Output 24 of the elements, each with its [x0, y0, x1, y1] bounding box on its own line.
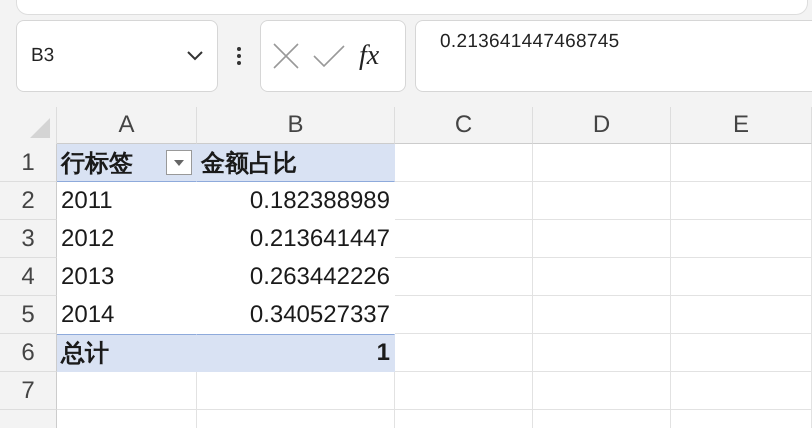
check-icon[interactable] [313, 45, 345, 67]
row-header[interactable]: 5 [0, 296, 57, 334]
column-header[interactable]: A [57, 107, 197, 144]
cancel-icon[interactable] [273, 43, 299, 69]
row-header[interactable]: 3 [0, 220, 57, 258]
chevron-down-icon [187, 51, 203, 61]
row-header[interactable]: 2 [0, 182, 57, 220]
column-label: 行标签 [57, 144, 197, 182]
column-label: 金额占比 [197, 144, 395, 182]
column-header[interactable]: D [533, 107, 671, 144]
total-label: 总计 [57, 334, 197, 372]
table-cell: 1 [197, 334, 395, 372]
column-header[interactable]: B [197, 107, 395, 144]
more-icon[interactable] [237, 46, 241, 66]
row-header[interactable]: 6 [0, 334, 57, 372]
column-header[interactable]: C [395, 107, 533, 144]
name-box[interactable]: B3 [16, 20, 218, 92]
column-header[interactable]: E [671, 107, 812, 144]
row-header[interactable]: 1 [0, 144, 57, 182]
filter-dropdown-icon[interactable] [166, 150, 192, 175]
row-header[interactable]: 7 [0, 372, 57, 410]
insert-function-button[interactable]: fx [359, 40, 380, 72]
formula-input[interactable]: 0.213641447468745 [415, 20, 812, 92]
row-header[interactable]: 4 [0, 258, 57, 296]
